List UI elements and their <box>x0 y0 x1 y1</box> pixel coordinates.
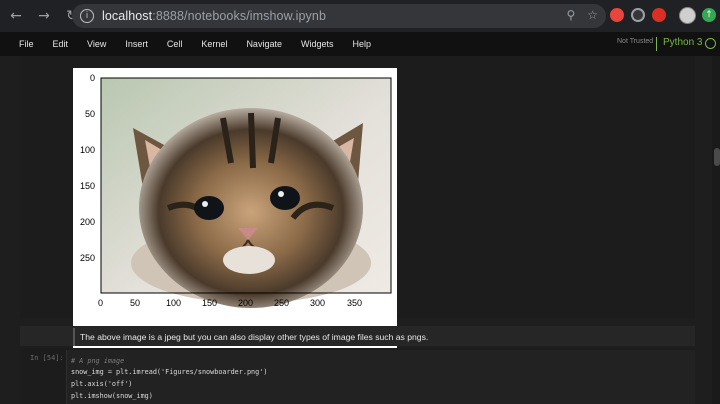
kernel-status-icon <box>705 38 716 49</box>
markdown-text: The above image is a jpeg but you can al… <box>80 332 429 342</box>
x-tick-label: 50 <box>130 298 141 308</box>
scrollbar-thumb[interactable] <box>714 148 720 166</box>
x-tick-label: 350 <box>347 298 363 308</box>
y-tick-label: 100 <box>79 145 95 155</box>
menu-cell[interactable]: Cell <box>167 39 183 49</box>
y-tick-label: 150 <box>79 181 95 191</box>
x-tick-label: 100 <box>166 298 182 308</box>
tick-labels: 0 50 100 150 200 250 0 50 100 150 200 25… <box>73 68 397 370</box>
code-line: # A png image <box>71 357 125 365</box>
extension-icon-2[interactable] <box>631 8 645 22</box>
x-tick-label: 150 <box>202 298 218 308</box>
scrollbar[interactable] <box>712 56 720 404</box>
menu-view[interactable]: View <box>87 39 106 49</box>
menu-edit[interactable]: Edit <box>53 39 69 49</box>
y-tick-label: 250 <box>79 253 95 263</box>
y-tick-label: 50 <box>84 109 95 119</box>
menu-widgets[interactable]: Widgets <box>301 39 334 49</box>
extension-icon-1[interactable] <box>610 8 624 22</box>
back-button[interactable]: ← <box>6 6 26 26</box>
menu-file[interactable]: File <box>19 39 34 49</box>
menu-kernel[interactable]: Kernel <box>201 39 227 49</box>
bookmark-star-icon[interactable]: ☆ <box>587 8 598 22</box>
info-icon[interactable]: i <box>80 9 94 23</box>
update-icon[interactable]: ↑ <box>702 8 716 22</box>
profile-avatar[interactable] <box>679 7 696 24</box>
arrow-right-icon: → <box>38 8 50 24</box>
forward-button[interactable]: → <box>34 6 54 26</box>
markdown-cell-marker <box>73 328 75 346</box>
input-prompt: In [54]: <box>30 354 64 362</box>
code-line: plt.imshow(snow_img) <box>71 392 153 400</box>
url-text[interactable]: localhost:8888/notebooks/imshow.ipynb <box>102 9 326 23</box>
address-bar[interactable]: i localhost:8888/notebooks/imshow.ipynb … <box>72 4 606 28</box>
y-tick-label: 200 <box>79 217 95 227</box>
url-host: localhost <box>102 9 153 23</box>
menu-help[interactable]: Help <box>352 39 371 49</box>
x-tick-label: 300 <box>310 298 326 308</box>
menu-navigate[interactable]: Navigate <box>246 39 282 49</box>
code-editor[interactable] <box>66 350 695 404</box>
url-path: :8888/notebooks/imshow.ipynb <box>152 9 326 23</box>
jupyter-menubar: File Edit View Insert Cell Kernel Naviga… <box>0 32 720 56</box>
arrow-left-icon: ← <box>10 8 22 24</box>
y-tick-label: 0 <box>89 73 95 83</box>
code-line: plt.axis('off') <box>71 380 133 388</box>
zoom-icon[interactable]: ⚲ <box>566 8 575 22</box>
extension-icon-3[interactable] <box>652 8 666 22</box>
menu-insert[interactable]: Insert <box>125 39 148 49</box>
kernel-name[interactable]: Python 3 <box>663 37 702 48</box>
x-tick-label: 250 <box>274 298 290 308</box>
trust-status[interactable]: Not Trusted <box>617 38 653 45</box>
x-tick-label: 0 <box>98 298 104 308</box>
kernel-divider <box>656 37 657 51</box>
x-tick-label: 200 <box>238 298 254 308</box>
matplotlib-figure: 0 50 100 150 200 250 0 50 100 150 200 25… <box>73 68 397 370</box>
code-line: snow_img = plt.imread('Figures/snowboard… <box>71 368 268 376</box>
